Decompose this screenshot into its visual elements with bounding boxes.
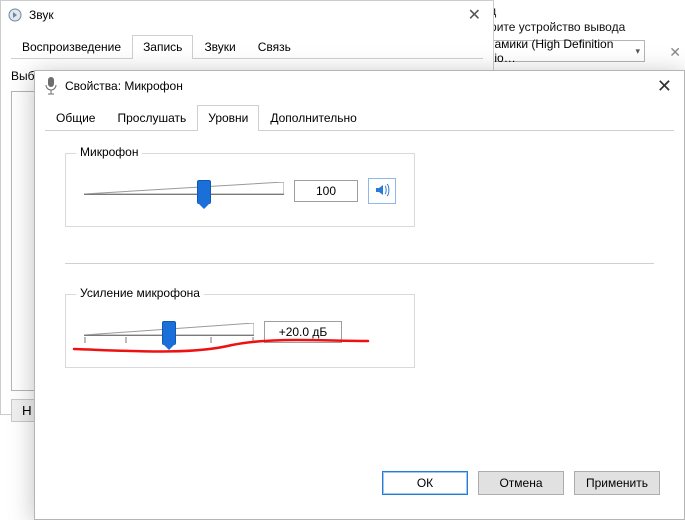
chevron-down-icon: ▾ xyxy=(635,46,640,57)
output-device-combo[interactable]: Динамики (High Definition Audio… ▾ xyxy=(468,40,645,62)
properties-title: Свойства: Микрофон xyxy=(65,79,183,93)
tab-playback[interactable]: Воспроизведение xyxy=(11,35,132,59)
sound-titlebar: Звук ✕ xyxy=(1,1,493,29)
tab-listen[interactable]: Прослушать xyxy=(106,105,197,131)
microphone-legend: Микрофон xyxy=(76,145,142,159)
microphone-boost-group: Усиление микрофона xyxy=(65,294,415,368)
tab-levels[interactable]: Уровни xyxy=(197,105,259,131)
tab-communications[interactable]: Связь xyxy=(247,35,302,59)
tab-recording[interactable]: Запись xyxy=(132,35,193,59)
microphone-slider[interactable] xyxy=(84,176,284,206)
boost-value[interactable]: +20.0 дБ xyxy=(264,321,342,343)
microphone-icon xyxy=(43,76,59,96)
tab-advanced[interactable]: Дополнительно xyxy=(259,105,367,131)
microphone-level-group: Микрофон 100 xyxy=(65,153,415,227)
divider xyxy=(65,263,654,264)
close-icon[interactable]: ✕ xyxy=(462,5,487,25)
close-icon[interactable]: ✕ xyxy=(653,77,676,95)
slider-thumb[interactable] xyxy=(197,180,211,204)
slider-thumb[interactable] xyxy=(162,321,176,345)
close-icon[interactable]: ✕ xyxy=(669,44,681,61)
properties-titlebar: Свойства: Микрофон ✕ xyxy=(35,71,684,101)
tab-sounds[interactable]: Звуки xyxy=(193,35,246,59)
ok-button[interactable]: ОК xyxy=(382,471,468,495)
sound-tabs: Воспроизведение Запись Звуки Связь xyxy=(11,35,483,59)
speaker-icon xyxy=(373,181,391,202)
dialog-buttons: ОК Отмена Применить xyxy=(45,461,674,509)
speaker-button[interactable] xyxy=(368,178,396,204)
boost-slider[interactable] xyxy=(84,317,254,347)
apply-button[interactable]: Применить xyxy=(574,471,660,495)
properties-tabs: Общие Прослушать Уровни Дополнительно xyxy=(45,105,674,131)
sound-title: Звук xyxy=(29,8,54,22)
boost-legend: Усиление микрофона xyxy=(76,286,204,300)
properties-dialog: Свойства: Микрофон ✕ Общие Прослушать Ур… xyxy=(34,70,685,520)
microphone-value[interactable]: 100 xyxy=(294,180,358,202)
output-device-value: Динамики (High Definition Audio… xyxy=(473,37,635,65)
tab-general[interactable]: Общие xyxy=(45,105,106,131)
sound-icon xyxy=(7,7,23,23)
cancel-button[interactable]: Отмена xyxy=(478,471,564,495)
